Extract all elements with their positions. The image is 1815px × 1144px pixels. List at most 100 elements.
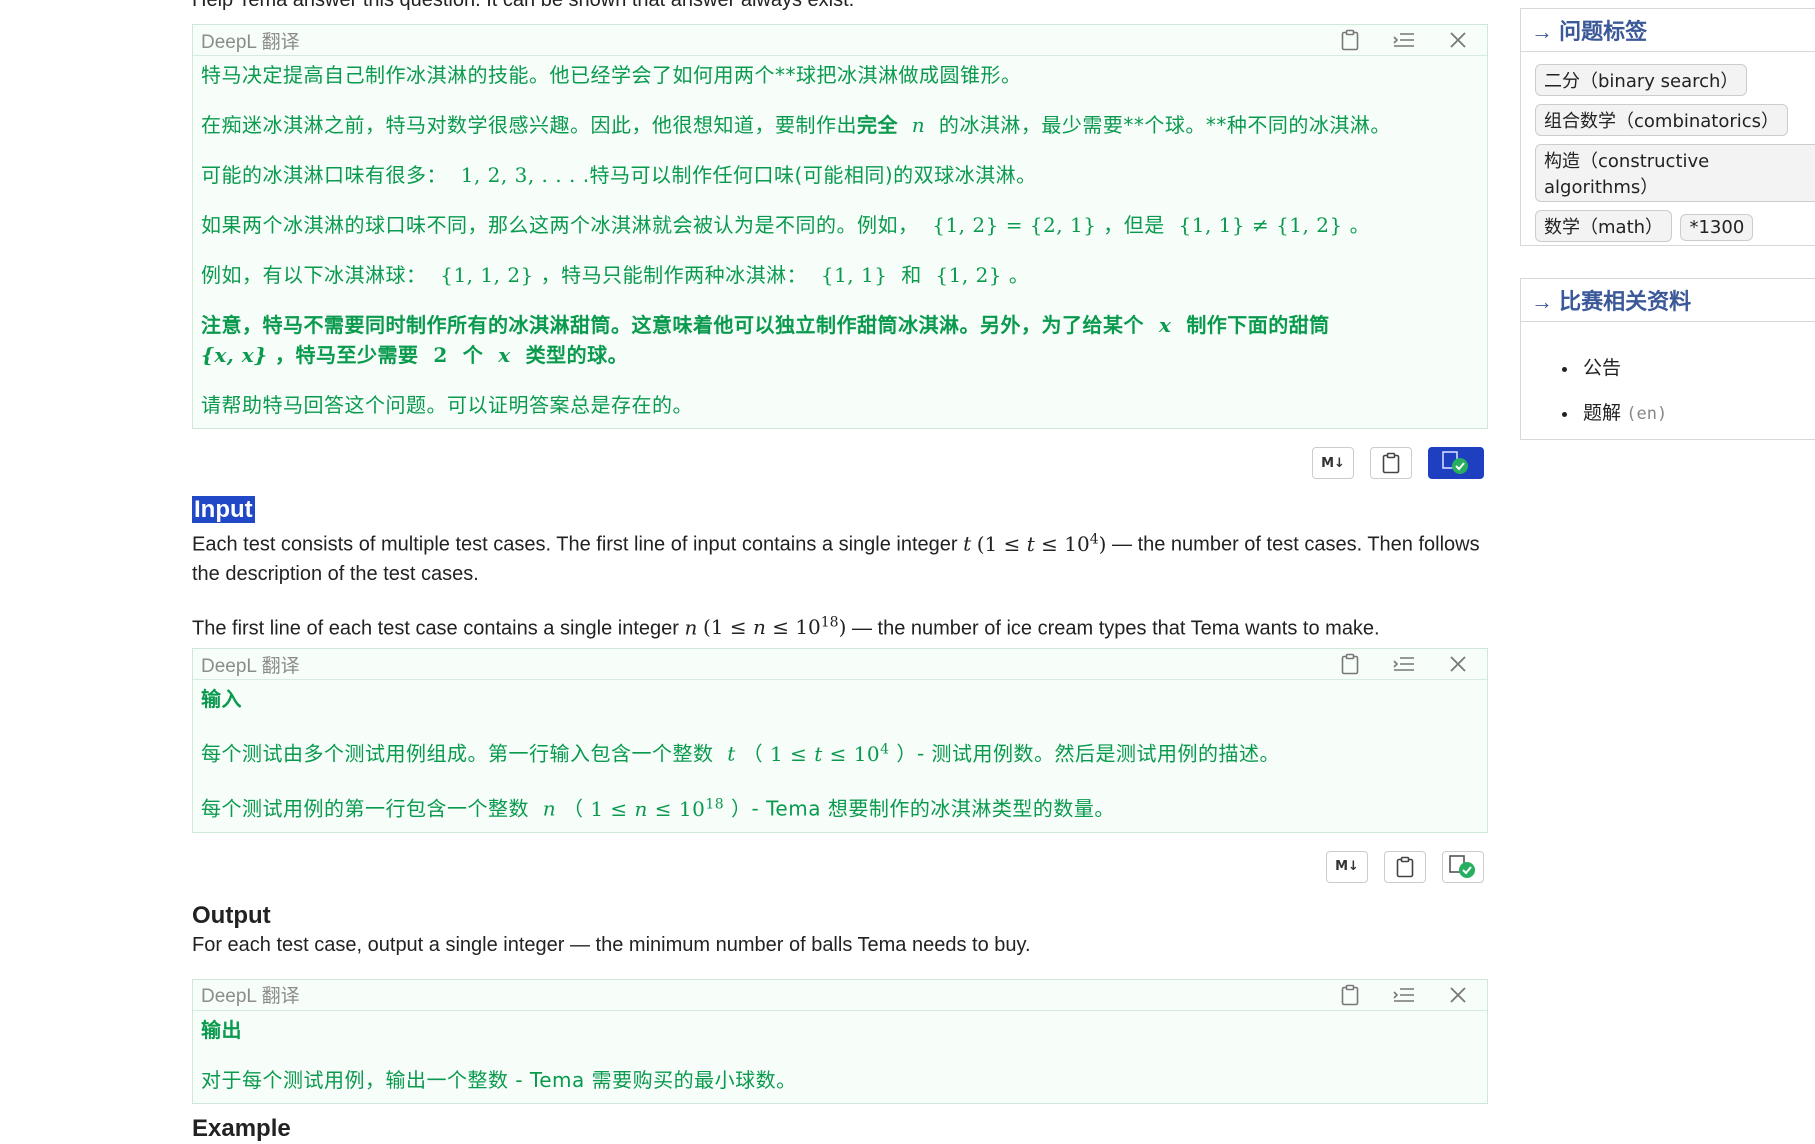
- deepl-header: DeepL 翻译: [193, 980, 1487, 1011]
- trans-text: 个: [462, 343, 484, 367]
- tags-panel-title: → 问题标签: [1521, 9, 1815, 52]
- deepl-body: 输出 对于每个测试用例，输出一个整数 - Tema 需要购买的最小球数。: [193, 1011, 1487, 1103]
- deepl-header: DeepL 翻译: [193, 649, 1487, 681]
- markdown-copy-button[interactable]: M↓: [1312, 447, 1354, 479]
- output-section: Output For each test case, output a sing…: [192, 901, 1488, 960]
- math-expr: {x, x}: [201, 343, 268, 367]
- deepl-header: DeepL 翻译: [193, 25, 1487, 56]
- trans-text: 每个测试用例的第一行包含一个整数: [201, 796, 529, 821]
- clipboard-icon[interactable]: [1339, 653, 1361, 675]
- deepl-translation-statement: DeepL 翻译 特马决定提高自己制作冰淇淋的技能。他已经学会了如何用两个**球…: [192, 24, 1488, 429]
- input-heading-text: Input: [192, 496, 255, 523]
- trans-text: 每个测试由多个测试用例组成。第一行输入包含一个整数: [201, 741, 714, 766]
- trans-text: - 测试用例数。然后是测试用例的描述。: [916, 741, 1281, 766]
- materials-item-announcement: 公告: [1579, 346, 1815, 391]
- math-var: x: [498, 343, 511, 367]
- announcement-link[interactable]: 公告: [1583, 357, 1621, 379]
- collapse-menu-icon[interactable]: [1393, 653, 1415, 675]
- translate-toggle-button[interactable]: [1442, 850, 1484, 883]
- tag-difficulty[interactable]: *1300: [1680, 214, 1754, 241]
- deepl-tools: [1339, 984, 1479, 1006]
- trans-input-para-1: 每个测试由多个测试用例组成。第一行输入包含一个整数 t （ 1 ≤ t ≤ 10…: [201, 741, 1281, 766]
- trans-input-title: 输入: [201, 687, 242, 712]
- tag-combinatorics[interactable]: 组合数学（combinatorics）: [1535, 104, 1789, 136]
- math-expr: 1, 2, 3, . . .: [460, 163, 576, 187]
- trans-text: 。: [1008, 263, 1030, 287]
- deepl-tools: [1339, 29, 1479, 51]
- clipboard-icon[interactable]: [1339, 984, 1361, 1006]
- close-icon[interactable]: [1447, 653, 1469, 675]
- input-toolbar: M↓: [192, 845, 1488, 889]
- math-constraint: (1 ≤ t ≤ 104): [976, 531, 1107, 556]
- materials-list: 公告 题解 (en): [1521, 322, 1815, 450]
- deepl-label: DeepL 翻译: [201, 655, 300, 677]
- statement-tail-text: Help Tema answer this question. It can b…: [192, 0, 855, 11]
- trans-text: ，特马只能制作两种冰淇淋：: [540, 263, 808, 287]
- trans-para-2: 在痴迷冰淇淋之前，特马对数学很感兴趣。因此，他很想知道，要制作出完全 n 的冰淇…: [201, 110, 1479, 140]
- math-expr: {1, 1, 2}: [440, 263, 534, 287]
- trans-text: 如果两个冰淇淋的球口味不同，那么这两个冰淇淋就会被认为是不同的。例如，: [201, 213, 919, 237]
- close-icon[interactable]: [1447, 29, 1469, 51]
- tag-constructive-algorithms[interactable]: 构造（constructive algorithms）: [1535, 144, 1815, 202]
- math-var: n: [911, 113, 926, 137]
- input-heading: Input: [192, 495, 1488, 525]
- clipboard-icon[interactable]: [1339, 29, 1361, 51]
- deepl-label: DeepL 翻译: [201, 31, 300, 53]
- tutorial-link[interactable]: 题解: [1583, 402, 1621, 424]
- input-text: — the number of ice cream types that Tem…: [851, 617, 1380, 640]
- math-constraint: (1 ≤ n ≤ 1018): [702, 614, 847, 640]
- trans-text: ，特马至少需要: [274, 343, 419, 367]
- trans-para-7: 请帮助特马回答这个问题。可以证明答案总是存在的。: [201, 393, 693, 417]
- math-number: 2: [433, 343, 448, 367]
- deepl-translation-output: DeepL 翻译 输出 对于每个测试用例，输出一个整数 - Tema 需要购买的…: [192, 978, 1488, 1104]
- trans-text: 和: [901, 263, 922, 287]
- output-heading: Output: [192, 901, 271, 929]
- materials-panel-title: → 比赛相关资料: [1521, 279, 1815, 322]
- trans-para-6: 注意，特马不需要同时制作所有的冰淇淋甜筒。这意味着他可以独立制作甜筒冰淇淋。另外…: [201, 310, 1479, 370]
- math-expr: {1, 2} = {2, 1}: [932, 213, 1097, 237]
- output-body: For each test case, output a single inte…: [192, 931, 1488, 960]
- math-expr: {1, 1} ≠ {1, 2}: [1178, 213, 1343, 237]
- copy-button[interactable]: [1384, 850, 1426, 883]
- markdown-copy-button[interactable]: M↓: [1326, 850, 1368, 883]
- input-para-1: Each test consists of multiple test case…: [192, 525, 1488, 589]
- input-text: The first line of each test case contain…: [192, 617, 679, 640]
- close-icon[interactable]: [1447, 984, 1469, 1006]
- trans-text: .特马可以制作任何口味(可能相同)的双球冰淇淋。: [582, 163, 1037, 187]
- tag-math[interactable]: 数学（math）: [1535, 210, 1673, 242]
- problem-content: Help Tema answer this question. It can b…: [192, 0, 1488, 1144]
- input-body: Each test consists of multiple test case…: [192, 525, 1488, 643]
- materials-item-tutorial: 题解 (en): [1579, 391, 1815, 436]
- deepl-translation-input: DeepL 翻译 输入 每个测试由多个测试用例组成。第一行输入包含一个整数 t …: [192, 648, 1488, 833]
- tag-list: 二分（binary search） 组合数学（combinatorics） 构造…: [1521, 52, 1815, 262]
- tutorial-lang: (en): [1626, 404, 1668, 424]
- math-var: x: [1158, 313, 1172, 337]
- copy-button[interactable]: [1370, 447, 1412, 479]
- math-constraint: 1 ≤ t ≤ 104: [769, 741, 890, 766]
- collapse-menu-icon[interactable]: [1393, 29, 1415, 51]
- trans-text: 类型的球。: [525, 343, 629, 367]
- trans-text: 。: [1349, 213, 1371, 237]
- math-expr: {1, 2}: [935, 263, 1003, 287]
- math-var: t: [727, 741, 736, 766]
- math-var: t: [963, 531, 972, 556]
- trans-text: 可能的冰淇淋口味有很多：: [201, 163, 447, 187]
- math-expr: {1, 1}: [820, 263, 888, 287]
- output-para-1: For each test case, output a single inte…: [192, 933, 1031, 956]
- tag-binary-search[interactable]: 二分（binary search）: [1535, 64, 1748, 96]
- deepl-body: 特马决定提高自己制作冰淇淋的技能。他已经学会了如何用两个**球把冰淇淋做成圆锥形…: [193, 56, 1487, 428]
- contest-materials-panel: → 比赛相关资料 公告 题解 (en): [1520, 278, 1815, 440]
- statement-toolbar: M↓: [192, 441, 1488, 485]
- trans-output-title: 输出: [201, 1017, 242, 1042]
- deepl-body: 输入 每个测试由多个测试用例组成。第一行输入包含一个整数 t （ 1 ≤ t ≤…: [193, 680, 1487, 831]
- trans-para-5: 例如，有以下冰淇淋球： {1, 1, 2} ，特马只能制作两种冰淇淋： {1, …: [201, 260, 1479, 290]
- trans-text: 注意，特马不需要同时制作所有的冰淇淋甜筒。这意味着他可以独立制作甜筒冰淇淋。另外…: [201, 313, 1144, 337]
- deepl-label: DeepL 翻译: [201, 986, 300, 1008]
- collapse-menu-icon[interactable]: [1393, 984, 1415, 1006]
- math-var: n: [684, 615, 698, 640]
- statement-tail: Help Tema answer this question. It can b…: [192, 0, 1488, 15]
- input-text: Each test consists of multiple test case…: [192, 533, 958, 556]
- trans-text: - Tema 想要制作的冰淇淋类型的数量。: [751, 796, 1115, 821]
- trans-para-4: 如果两个冰淇淋的球口味不同，那么这两个冰淇淋就会被认为是不同的。例如， {1, …: [201, 210, 1479, 240]
- translate-toggle-button[interactable]: [1428, 447, 1484, 479]
